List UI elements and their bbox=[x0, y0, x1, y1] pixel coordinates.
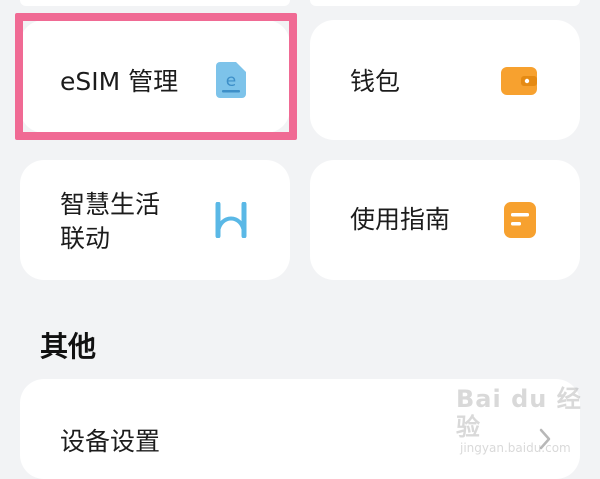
section-title-other: 其他 bbox=[40, 330, 97, 363]
smart-life-card[interactable]: 智慧生活 联动 bbox=[20, 160, 290, 280]
smart-life-icon bbox=[214, 201, 248, 242]
guide-card-label: 使用指南 bbox=[350, 205, 451, 234]
smart-life-card-label: 智慧生活 联动 bbox=[60, 190, 161, 253]
esim-card[interactable]: eSIM 管理 e bbox=[20, 20, 290, 133]
list-item-label: 设备设置 bbox=[60, 427, 161, 456]
wallet-icon bbox=[501, 65, 537, 101]
previous-card-left-edge bbox=[20, 0, 290, 6]
esim-card-label: eSIM 管理 bbox=[60, 67, 179, 96]
wallet-card-label: 钱包 bbox=[350, 67, 401, 96]
esim-icon: e bbox=[216, 62, 246, 102]
previous-card-right-edge bbox=[310, 0, 580, 6]
list-item-device-settings[interactable]: 设备设置 bbox=[20, 379, 580, 479]
chevron-right-icon bbox=[538, 427, 552, 455]
svg-text:e: e bbox=[226, 71, 236, 91]
guide-card[interactable]: 使用指南 bbox=[310, 160, 580, 280]
wallet-card[interactable]: 钱包 bbox=[310, 20, 580, 140]
guide-icon bbox=[504, 202, 536, 242]
